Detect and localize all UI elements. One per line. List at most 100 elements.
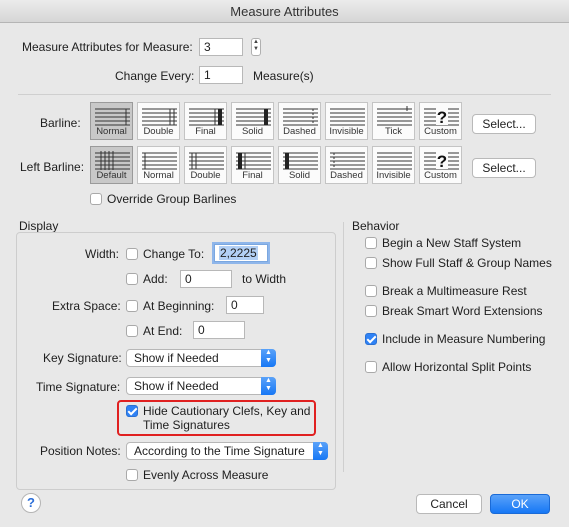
popup-arrows-icon: ▲ ▼ [261, 349, 276, 367]
solid-barline-icon [236, 108, 271, 126]
left-barline-option-label: Custom [424, 170, 457, 181]
add-checkbox[interactable] [126, 273, 138, 285]
change-every-input[interactable]: 1 [199, 66, 243, 84]
help-button[interactable]: ? [21, 493, 41, 513]
position-notes-popup[interactable]: According to the Time Signature ▲ ▼ [126, 442, 328, 460]
change-to-checkbox[interactable] [126, 248, 138, 260]
at-end-label: At End: [143, 324, 183, 338]
popup-arrows-icon: ▲ ▼ [313, 442, 328, 460]
at-end-checkbox[interactable] [126, 325, 138, 337]
change-to-label: Change To: [143, 247, 205, 261]
break-multimeasure-rest-checkbox[interactable] [365, 285, 377, 297]
barline-label: Barline: [40, 116, 81, 130]
include-measure-numbering-checkbox[interactable] [365, 333, 377, 345]
left-barline-normal-button[interactable]: Normal [137, 146, 180, 184]
break-smart-word-checkbox[interactable] [365, 305, 377, 317]
left-barline-final-button[interactable]: Final [231, 146, 274, 184]
behavior-section-title: Behavior [352, 219, 400, 233]
time-signature-label: Time Signature: [36, 380, 121, 394]
display-section-title: Display [19, 219, 59, 233]
change-to-value: 2,2225 [219, 246, 258, 260]
barline-invisible-button[interactable]: Invisible [325, 102, 368, 140]
measures-unit-label: Measure(s) [253, 69, 314, 83]
barline-option-label: Final [195, 126, 216, 137]
svg-text:?: ? [437, 108, 447, 126]
left-barline-default-button[interactable]: Default [90, 146, 133, 184]
behavior-item-label: Include in Measure Numbering [382, 332, 546, 346]
top-separator [18, 94, 551, 95]
key-signature-popup[interactable]: Show if Needed ▲ ▼ [126, 349, 276, 367]
show-full-names-checkbox[interactable] [365, 257, 377, 269]
begin-new-staff-system-checkbox[interactable] [365, 237, 377, 249]
at-beginning-label: At Beginning: [143, 299, 215, 313]
barline-option-label: Normal [96, 126, 127, 137]
add-input[interactable]: 0 [180, 270, 232, 288]
normal-barline-icon [95, 108, 130, 126]
cancel-button[interactable]: Cancel [416, 494, 482, 514]
width-label: Width: [85, 247, 120, 261]
measure-stepper[interactable]: ▲ ▼ [251, 38, 261, 56]
time-signature-popup[interactable]: Show if Needed ▲ ▼ [126, 377, 276, 395]
to-width-label: to Width [242, 272, 287, 286]
evenly-across-checkbox[interactable] [126, 469, 138, 481]
change-to-input[interactable]: 2,2225 [214, 244, 268, 262]
change-every-label: Change Every: [115, 69, 195, 83]
left-barline-double-button[interactable]: Double [184, 146, 227, 184]
left-barline-solid-button[interactable]: Solid [278, 146, 321, 184]
invisible-barline-icon [330, 108, 365, 126]
barline-dashed-button[interactable]: Dashed [278, 102, 321, 140]
time-signature-value: Show if Needed [134, 379, 219, 393]
barline-option-label: Tick [384, 126, 403, 137]
dashed-barline-icon [330, 152, 365, 170]
left-barline-option-label: Final [242, 170, 263, 181]
custom-barline-icon: ? [424, 151, 459, 170]
hide-cautionary-label: Hide Cautionary Clefs, Key and Time Sign… [143, 404, 310, 432]
title-bar: Measure Attributes [0, 0, 569, 23]
left-barline-option-label: Double [190, 170, 221, 181]
left-barline-dashed-button[interactable]: Dashed [325, 146, 368, 184]
barline-select-button[interactable]: Select... [472, 114, 536, 134]
ok-button[interactable]: OK [490, 494, 550, 514]
barline-final-button[interactable]: Final [184, 102, 227, 140]
at-beginning-checkbox[interactable] [126, 300, 138, 312]
hide-cautionary-checkbox[interactable] [126, 405, 138, 417]
hide-cautionary-line2: Time Signatures [143, 418, 230, 432]
position-notes-value: According to the Time Signature [134, 444, 305, 458]
solid-barline-icon [283, 152, 318, 170]
custom-barline-icon: ? [424, 107, 459, 126]
left-barline-option-label: Default [96, 170, 127, 181]
left-barline-label: Left Barline: [20, 160, 85, 174]
behavior-item-label: Begin a New Staff System [382, 236, 522, 250]
barline-option-label: Dashed [283, 126, 316, 137]
barline-custom-button[interactable]: ? Custom [419, 102, 462, 140]
window-title: Measure Attributes [230, 4, 339, 19]
extra-space-label: Extra Space: [52, 299, 121, 313]
left-barline-option-label: Solid [288, 170, 311, 181]
measure-label: Measure Attributes for Measure: [22, 40, 193, 54]
popup-arrows-icon: ▲ ▼ [261, 377, 276, 395]
measure-number-input[interactable]: 3 [199, 38, 243, 56]
barline-option-label: Custom [424, 126, 457, 137]
barline-tick-button[interactable]: Tick [372, 102, 415, 140]
barline-option-label: Double [143, 126, 174, 137]
invisible-barline-icon [377, 152, 412, 170]
override-group-barlines-checkbox[interactable] [90, 193, 102, 205]
at-end-input[interactable]: 0 [193, 321, 245, 339]
barline-solid-button[interactable]: Solid [231, 102, 274, 140]
left-barline-invisible-button[interactable]: Invisible [372, 146, 415, 184]
barline-double-button[interactable]: Double [137, 102, 180, 140]
double-barline-icon [142, 108, 177, 126]
left-barline-custom-button[interactable]: ? Custom [419, 146, 462, 184]
key-signature-label: Key Signature: [43, 351, 122, 365]
override-group-barlines-label: Override Group Barlines [107, 192, 237, 206]
final-barline-icon [236, 152, 271, 170]
barline-normal-button[interactable]: Normal [90, 102, 133, 140]
behavior-item-label: Break Smart Word Extensions [382, 304, 543, 318]
position-notes-label: Position Notes: [40, 444, 121, 458]
left-barline-select-button[interactable]: Select... [472, 158, 536, 178]
allow-horizontal-split-checkbox[interactable] [365, 361, 377, 373]
key-signature-value: Show if Needed [134, 351, 219, 365]
barline-option-label: Invisible [329, 126, 364, 137]
behavior-item-label: Show Full Staff & Group Names [382, 256, 552, 270]
at-beginning-input[interactable]: 0 [226, 296, 264, 314]
